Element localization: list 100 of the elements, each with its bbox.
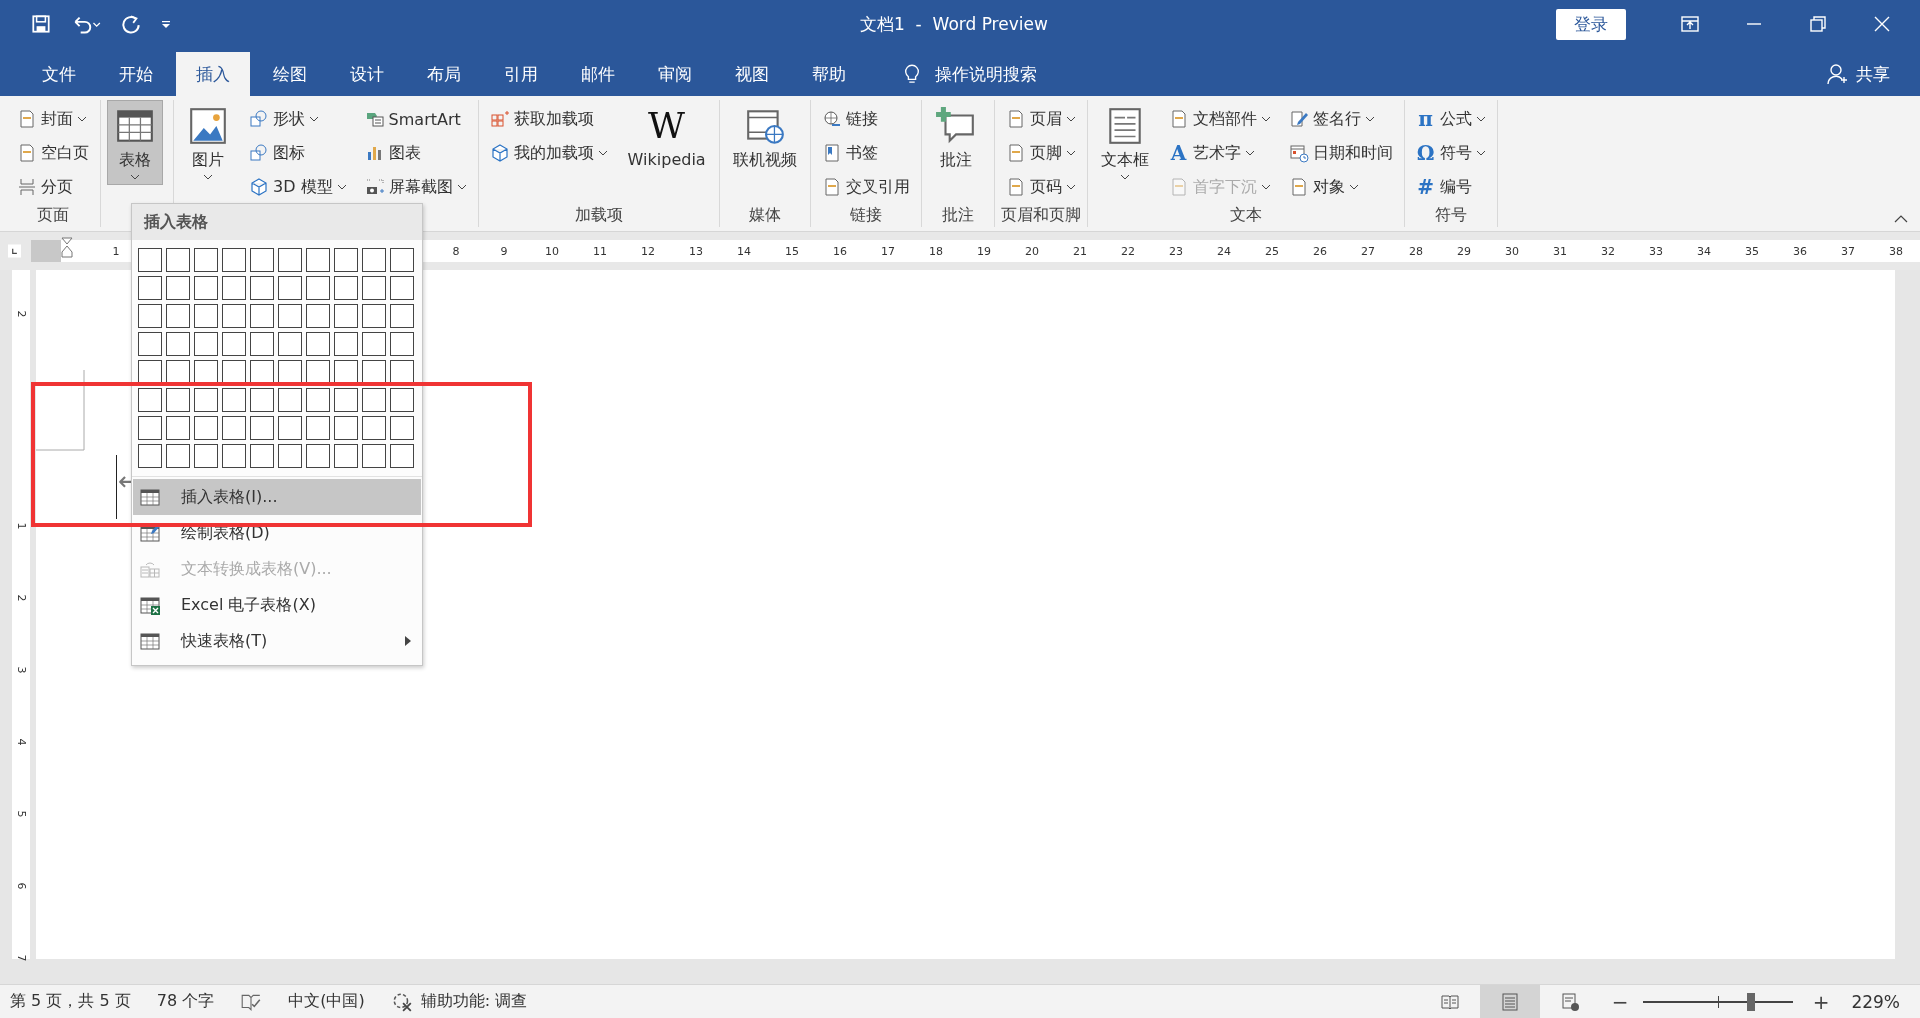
table-grid-cell[interactable] (390, 444, 414, 468)
ribbon-tab[interactable]: 文件 (22, 52, 96, 96)
table-grid-cell[interactable] (362, 444, 386, 468)
table-grid-cell[interactable] (166, 248, 190, 272)
ribbon-display-icon[interactable] (1680, 14, 1700, 34)
table-grid-cell[interactable] (334, 304, 358, 328)
ribbon-tab[interactable]: 视图 (715, 52, 789, 96)
table-grid-cell[interactable] (138, 276, 162, 300)
table-grid-cell[interactable] (194, 444, 218, 468)
share-button[interactable]: 共享 (1826, 52, 1890, 96)
table-grid-cell[interactable] (194, 388, 218, 412)
table-grid-cell[interactable] (278, 332, 302, 356)
page-count[interactable]: 第 5 页，共 5 页 (10, 991, 131, 1012)
ribbon-tab[interactable]: 绘图 (253, 52, 327, 96)
table-grid-cell[interactable] (222, 304, 246, 328)
table-grid-cell[interactable] (362, 332, 386, 356)
ribbon-button[interactable]: 页脚 (1000, 136, 1081, 170)
table-grid-cell[interactable] (334, 332, 358, 356)
ribbon-tab[interactable]: 开始 (99, 52, 173, 96)
table-grid-cell[interactable] (250, 360, 274, 384)
table-grid-cell[interactable] (166, 276, 190, 300)
table-grid-cell[interactable] (222, 332, 246, 356)
ribbon-tab[interactable]: 帮助 (792, 52, 866, 96)
accessibility-status[interactable]: 辅助功能: 调查 (420, 991, 528, 1012)
table-grid-cell[interactable] (138, 360, 162, 384)
table-grid-cell[interactable] (138, 444, 162, 468)
ribbon-tab[interactable]: 设计 (330, 52, 404, 96)
table-grid-cell[interactable] (194, 248, 218, 272)
table-grid-cell[interactable] (194, 276, 218, 300)
ribbon-button[interactable]: 页码 (1000, 170, 1081, 204)
table-grid-cell[interactable] (222, 276, 246, 300)
ribbon-button[interactable]: Ω 符号 (1410, 136, 1491, 170)
restore-icon[interactable] (1808, 14, 1828, 34)
table-grid-cell[interactable] (390, 332, 414, 356)
ribbon-tab[interactable]: 引用 (484, 52, 558, 96)
ribbon-button[interactable]: 图标 (244, 136, 352, 170)
table-grid-cell[interactable] (278, 416, 302, 440)
ribbon-button[interactable]: A 艺术字 (1163, 136, 1276, 170)
table-grid-cell[interactable] (390, 388, 414, 412)
table-grid-cell[interactable] (166, 444, 190, 468)
sign-in-button[interactable]: 登录 (1556, 8, 1626, 40)
table-grid-cell[interactable] (306, 304, 330, 328)
ribbon-button[interactable]: 表格 (107, 100, 163, 185)
table-grid-cell[interactable] (278, 248, 302, 272)
table-grid-cell[interactable] (278, 388, 302, 412)
ribbon-button[interactable]: 日期和时间 (1283, 136, 1398, 170)
table-grid-cell[interactable] (362, 416, 386, 440)
ribbon-button[interactable]: W Wikipedia (620, 100, 713, 174)
table-grid-cell[interactable] (362, 388, 386, 412)
table-grid-cell[interactable] (362, 276, 386, 300)
table-grid-cell[interactable] (138, 388, 162, 412)
table-grid-cell[interactable] (222, 388, 246, 412)
ribbon-button[interactable]: # 编号 (1410, 170, 1491, 204)
table-grid-cell[interactable] (166, 416, 190, 440)
table-grid-cell[interactable] (334, 276, 358, 300)
zoom-in-button[interactable]: + (1806, 989, 1836, 1014)
ribbon-button[interactable]: 对象 (1283, 170, 1398, 204)
table-grid-cell[interactable] (390, 360, 414, 384)
zoom-level[interactable]: 229% (1851, 991, 1900, 1012)
table-grid-cell[interactable] (362, 248, 386, 272)
table-grid-cell[interactable] (250, 248, 274, 272)
save-icon[interactable] (30, 13, 52, 35)
ribbon-button[interactable]: 交叉引用 (816, 170, 915, 204)
ribbon-tab[interactable]: 邮件 (561, 52, 635, 96)
ribbon-button[interactable]: 形状 (244, 102, 352, 136)
table-grid-cell[interactable] (166, 388, 190, 412)
table-grid-cell[interactable] (390, 416, 414, 440)
table-grid-cell[interactable] (166, 360, 190, 384)
ribbon-tab[interactable]: 插入 (176, 52, 250, 96)
ribbon-button[interactable]: 文本框 (1093, 100, 1156, 185)
table-grid-cell[interactable] (138, 248, 162, 272)
table-grid-cell[interactable] (334, 248, 358, 272)
redo-icon[interactable] (120, 13, 142, 35)
table-grid-cell[interactable] (278, 304, 302, 328)
ribbon-button[interactable]: π 公式 (1410, 102, 1491, 136)
table-grid-cell[interactable] (138, 332, 162, 356)
table-grid-cell[interactable] (390, 248, 414, 272)
ribbon-tab[interactable]: 布局 (407, 52, 481, 96)
table-grid-cell[interactable] (194, 304, 218, 328)
table-grid-cell[interactable] (278, 276, 302, 300)
table-grid-cell[interactable] (306, 332, 330, 356)
customize-icon[interactable] (160, 18, 172, 30)
table-grid-cell[interactable] (306, 248, 330, 272)
ribbon-button[interactable]: 页眉 (1000, 102, 1081, 136)
table-grid-cell[interactable] (334, 360, 358, 384)
table-grid-cell[interactable] (334, 416, 358, 440)
table-grid-cell[interactable] (250, 304, 274, 328)
ribbon-button[interactable]: 3D 模型 (244, 170, 352, 204)
table-grid-cell[interactable] (194, 416, 218, 440)
table-grid-cell[interactable] (306, 416, 330, 440)
close-icon[interactable] (1872, 14, 1892, 34)
ribbon-button[interactable]: 图片 (180, 100, 236, 185)
word-count[interactable]: 78 个字 (156, 991, 215, 1012)
table-grid-cell[interactable] (306, 444, 330, 468)
table-grid-cell[interactable] (222, 360, 246, 384)
collapse-ribbon-icon[interactable] (1894, 215, 1908, 223)
table-grid-cell[interactable] (278, 360, 302, 384)
ribbon-button[interactable]: 空白页 (12, 136, 94, 170)
table-grid-cell[interactable] (250, 276, 274, 300)
ribbon-button[interactable]: 联机视频 (725, 100, 804, 176)
